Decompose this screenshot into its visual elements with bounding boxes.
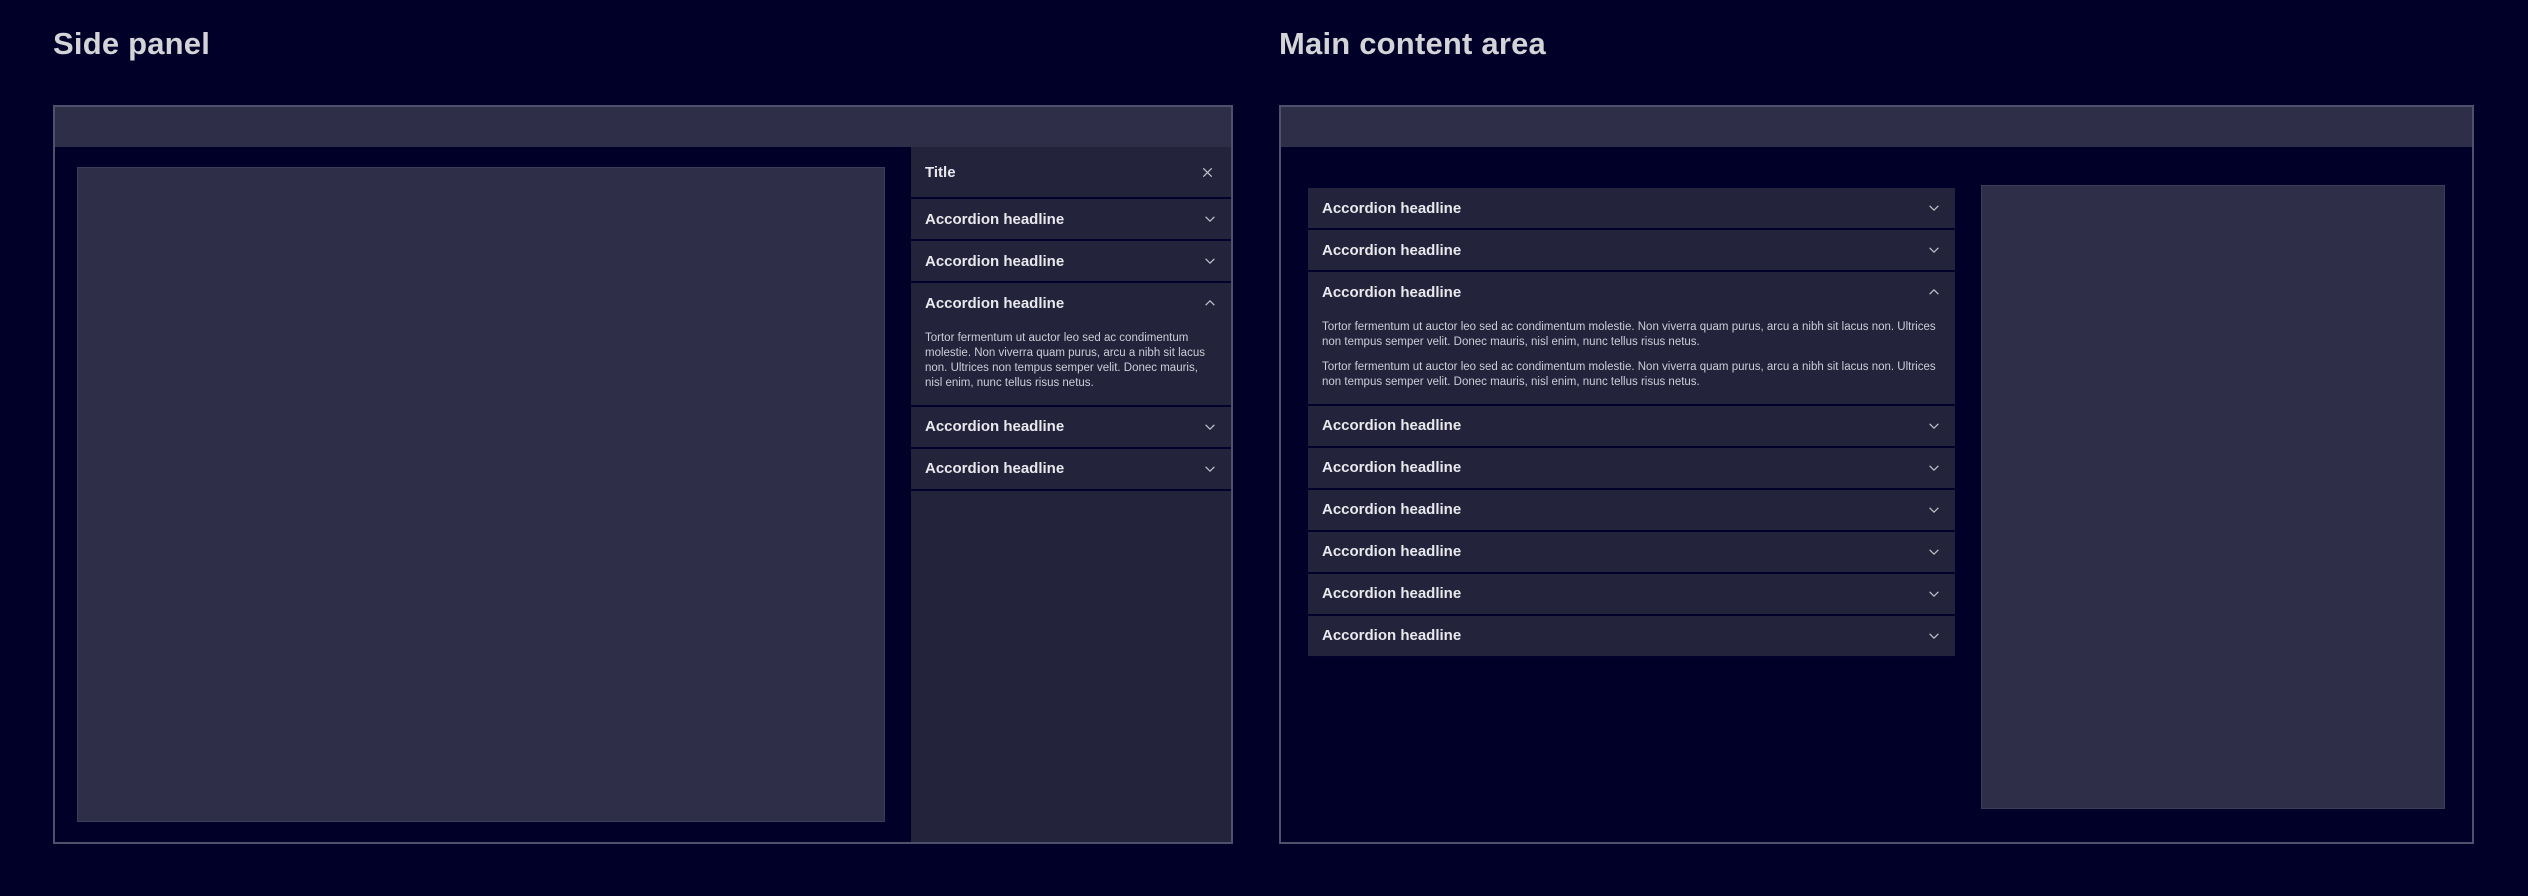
chevron-down-icon (1203, 462, 1217, 476)
accordion-label: Accordion headline (1322, 200, 1461, 217)
main-accordion-list: Accordion headline Accordion headline Ac… (1308, 186, 1955, 658)
accordion-label: Accordion headline (925, 253, 1064, 270)
accordion-header[interactable]: Accordion headline (1308, 448, 1955, 488)
accordion-item: Accordion headline (911, 447, 1231, 489)
chevron-down-icon (1203, 420, 1217, 434)
accordion-header[interactable]: Accordion headline (1308, 616, 1955, 656)
window-title-bar (1281, 107, 2472, 147)
accordion-item: Accordion headline (1308, 488, 1955, 530)
accordion-label: Accordion headline (925, 460, 1064, 477)
accordion-header[interactable]: Accordion headline (1308, 406, 1955, 446)
accordion-item-expanded: Accordion headline Tortor fermentum ut a… (911, 281, 1231, 405)
content-placeholder-side (1981, 185, 2445, 809)
accordion-item: Accordion headline (1308, 446, 1955, 488)
accordion-label: Accordion headline (925, 211, 1064, 228)
page: { "page": { "left_section_heading": "Sid… (0, 0, 2528, 896)
chevron-up-icon (1927, 285, 1941, 299)
accordion-item: Accordion headline (1308, 404, 1955, 446)
side-panel-accordion-list: Accordion headline Accordion headline Ac… (911, 197, 1231, 491)
accordion-header[interactable]: Accordion headline (911, 449, 1231, 489)
accordion-header[interactable]: Accordion headline (1308, 490, 1955, 530)
accordion-item: Accordion headline (911, 199, 1231, 239)
accordion-item: Accordion headline (1308, 614, 1955, 656)
window-title-bar (55, 107, 1231, 147)
accordion-label: Accordion headline (1322, 501, 1461, 518)
chevron-down-icon (1927, 419, 1941, 433)
accordion-label: Accordion headline (1322, 543, 1461, 560)
accordion-label: Accordion headline (1322, 417, 1461, 434)
accordion-label: Accordion headline (925, 418, 1064, 435)
chevron-down-icon (1927, 201, 1941, 215)
accordion-item: Accordion headline (1308, 228, 1955, 270)
accordion-header[interactable]: Accordion headline (1308, 532, 1955, 572)
accordion-label: Accordion headline (925, 295, 1064, 312)
accordion-header[interactable]: Accordion headline (911, 199, 1231, 239)
close-icon (1200, 165, 1215, 180)
accordion-header[interactable]: Accordion headline (1308, 230, 1955, 270)
chevron-up-icon (1203, 296, 1217, 310)
chevron-down-icon (1203, 254, 1217, 268)
accordion-item-expanded: Accordion headline Tortor fermentum ut a… (1308, 270, 1955, 404)
accordion-body: Tortor fermentum ut auctor leo sed ac co… (911, 323, 1231, 405)
chevron-down-icon (1927, 587, 1941, 601)
accordion-label: Accordion headline (1322, 242, 1461, 259)
accordion-header[interactable]: Accordion headline (911, 407, 1231, 447)
accordion-item: Accordion headline (1308, 530, 1955, 572)
accordion-header[interactable]: Accordion headline (1308, 574, 1955, 614)
main-content-example-window: Accordion headline Accordion headline Ac… (1279, 105, 2474, 844)
main-content-heading: Main content area (1279, 26, 1546, 62)
accordion-label: Accordion headline (1322, 585, 1461, 602)
chevron-down-icon (1927, 629, 1941, 643)
accordion-item: Accordion headline (911, 239, 1231, 281)
side-panel-example-window: Title Accordion headline Accordion headl… (53, 105, 1233, 844)
accordion-label: Accordion headline (1322, 459, 1461, 476)
accordion-header[interactable]: Accordion headline (911, 241, 1231, 281)
accordion-header[interactable]: Accordion headline (1308, 272, 1955, 312)
chevron-down-icon (1927, 503, 1941, 517)
accordion-body: Tortor fermentum ut auctor leo sed ac co… (1308, 312, 1955, 404)
chevron-down-icon (1927, 545, 1941, 559)
side-panel-heading: Side panel (53, 26, 210, 62)
close-button[interactable] (1198, 163, 1217, 182)
side-panel: Title Accordion headline Accordion headl… (911, 147, 1231, 842)
accordion-paragraph: Tortor fermentum ut auctor leo sed ac co… (1322, 320, 1941, 350)
chevron-down-icon (1927, 461, 1941, 475)
content-placeholder-large (77, 167, 885, 822)
side-panel-title: Title (925, 164, 956, 181)
accordion-header[interactable]: Accordion headline (1308, 188, 1955, 228)
accordion-label: Accordion headline (1322, 627, 1461, 644)
accordion-item: Accordion headline (1308, 188, 1955, 228)
accordion-item: Accordion headline (911, 405, 1231, 447)
chevron-down-icon (1927, 243, 1941, 257)
accordion-item: Accordion headline (1308, 572, 1955, 614)
chevron-down-icon (1203, 212, 1217, 226)
accordion-paragraph: Tortor fermentum ut auctor leo sed ac co… (1322, 360, 1941, 390)
side-panel-header: Title (911, 147, 1231, 197)
accordion-label: Accordion headline (1322, 284, 1461, 301)
accordion-paragraph: Tortor fermentum ut auctor leo sed ac co… (925, 331, 1217, 391)
accordion-header[interactable]: Accordion headline (911, 283, 1231, 323)
